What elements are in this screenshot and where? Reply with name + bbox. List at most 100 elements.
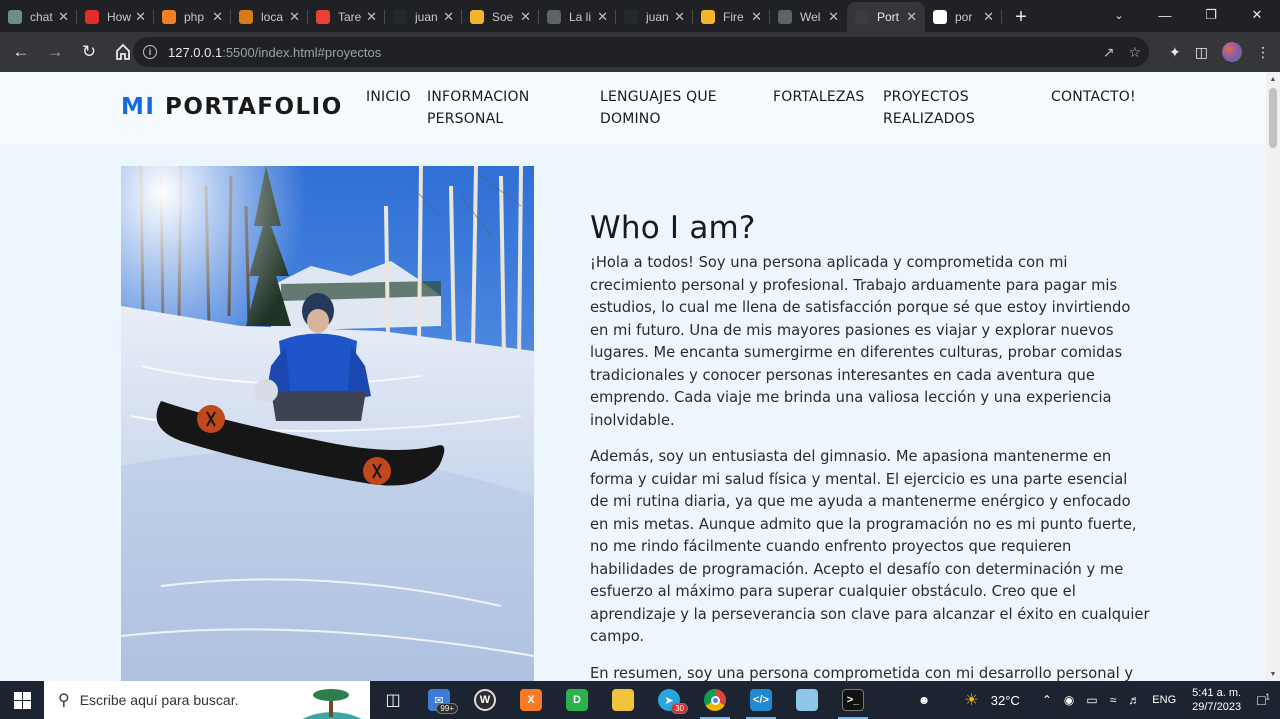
browser-tab[interactable]: La li ✕ [539, 2, 616, 32]
about-title: Who I am? [590, 210, 756, 246]
task-view-button[interactable]: ◫ [370, 681, 416, 719]
profile-avatar[interactable] [1222, 42, 1242, 62]
nav-contacto[interactable]: CONTACTO! [1051, 86, 1136, 108]
browser-tab[interactable]: Wel ✕ [770, 2, 847, 32]
home-icon [116, 43, 130, 60]
wordpress-icon: W [474, 689, 496, 711]
taskbar-telegram[interactable]: ➤ 30 [646, 681, 692, 719]
temperature-label[interactable]: 32°C [991, 693, 1020, 708]
site-info-icon[interactable]: i [143, 45, 157, 59]
minimize-button[interactable]: — [1142, 0, 1188, 30]
close-tab-icon[interactable]: ✕ [135, 9, 146, 25]
clock[interactable]: 5:41 a. m. 29/7/2023 [1192, 686, 1241, 714]
meet-now-icon[interactable]: ◉ [1064, 693, 1074, 707]
browser-tab[interactable]: por ✕ [925, 2, 1002, 32]
close-tab-icon[interactable]: ✕ [674, 9, 685, 25]
close-tab-icon[interactable]: ✕ [983, 9, 994, 25]
close-tab-icon[interactable]: ✕ [597, 9, 608, 25]
volume-icon[interactable]: ♬ [1128, 693, 1140, 707]
close-tab-icon[interactable]: ✕ [520, 9, 531, 25]
nav-contacto-label: CONTACTO! [1051, 89, 1136, 105]
tab-title: juan [415, 10, 438, 24]
page-scrollbar[interactable]: ▲ ▼ [1266, 72, 1280, 681]
browser-tab[interactable]: Port ✕ [847, 2, 925, 32]
reload-button[interactable]: ↻ [74, 37, 104, 67]
tab-title: por [955, 10, 973, 24]
wifi-icon[interactable]: ≈ [1110, 693, 1117, 707]
page-viewport: MI PORTAFOLIO INICIO INFORMACION PERSONAL… [0, 72, 1266, 681]
taskbar-green-app[interactable]: D [554, 681, 600, 719]
windows-taskbar: ⚲ Escribe aquí para buscar. ◫ ✉ 99+ W X D… [0, 681, 1280, 719]
nav-inicio[interactable]: INICIO [366, 86, 411, 108]
nav-fortalezas[interactable]: FORTALEZAS [773, 86, 865, 108]
taskbar-vscode[interactable]: </> [738, 681, 784, 719]
folder-icon [612, 689, 634, 711]
nav-lenguajes[interactable]: LENGUAJES QUE DOMINO [600, 86, 717, 130]
language-indicator[interactable]: ENG [1152, 694, 1176, 706]
forward-button[interactable]: → [40, 37, 70, 67]
back-button[interactable]: ← [6, 37, 36, 67]
tab-title: juan [646, 10, 669, 24]
nav-fortalezas-label: FORTALEZAS [773, 89, 865, 105]
site-logo[interactable]: MI PORTAFOLIO [121, 94, 343, 120]
close-window-button[interactable]: ✕ [1234, 0, 1280, 30]
people-icon[interactable]: ☻ [918, 693, 931, 707]
menu-kebab-icon[interactable]: ⋮ [1256, 44, 1270, 61]
nav-proyectos-line1: PROYECTOS [883, 89, 969, 105]
search-icon: ⚲ [58, 692, 70, 709]
close-tab-icon[interactable]: ✕ [366, 9, 377, 25]
maximize-button[interactable]: ❐ [1188, 0, 1234, 30]
browser-tab[interactable]: chat ✕ [0, 2, 77, 32]
browser-tab[interactable]: juan ✕ [385, 2, 462, 32]
nav-informacion-personal[interactable]: INFORMACION PERSONAL [427, 86, 529, 130]
browser-tab[interactable]: How ✕ [77, 2, 154, 32]
close-tab-icon[interactable]: ✕ [828, 9, 839, 25]
taskbar-terminal[interactable]: >_ [830, 681, 876, 719]
bookmark-star-icon[interactable]: ☆ [1128, 44, 1141, 61]
scrollbar-thumb[interactable] [1269, 88, 1277, 148]
browser-tab[interactable]: Fire ✕ [693, 2, 770, 32]
close-tab-icon[interactable]: ✕ [751, 9, 762, 25]
taskbar-mail-app[interactable]: ✉ 99+ [416, 681, 462, 719]
scroll-up-arrow-icon[interactable]: ▲ [1266, 72, 1280, 86]
hand-icon [470, 10, 484, 24]
taskbar-file-explorer[interactable] [600, 681, 646, 719]
about-section: Who I am? ¡Hola a todos! Soy una persona… [590, 210, 1150, 681]
close-tab-icon[interactable]: ✕ [443, 9, 454, 25]
close-tab-icon[interactable]: ✕ [58, 9, 69, 25]
close-tab-icon[interactable]: ✕ [906, 9, 917, 25]
browser-tab[interactable]: Soe ✕ [462, 2, 539, 32]
new-tab-button[interactable]: + [1006, 2, 1036, 32]
tab-title: Wel [800, 10, 821, 24]
close-tab-icon[interactable]: ✕ [289, 9, 300, 25]
nav-lenguajes-line1: LENGUAJES QUE [600, 89, 717, 105]
scroll-down-arrow-icon[interactable]: ▼ [1266, 667, 1280, 681]
taskbar-wp-app[interactable]: W [462, 681, 508, 719]
taskbar-chrome[interactable] [692, 681, 738, 719]
browser-tab[interactable]: loca ✕ [231, 2, 308, 32]
notifications-icon[interactable]: □1 [1257, 692, 1270, 708]
clock-date: 29/7/2023 [1192, 701, 1242, 713]
weather-sun-icon[interactable]: ☀ [964, 690, 978, 710]
start-button[interactable] [0, 681, 44, 719]
browser-tab-strip: chat ✕ How ✕ php ✕ loca ✕ Tare ✕ juan ✕ Soe ✕ La li ✕ ju… [0, 0, 1280, 32]
tray-overflow-icon[interactable]: ⌃ [1042, 693, 1052, 707]
tab-search-chevron-icon[interactable]: ⌄ [1096, 0, 1142, 30]
telegram-badge: 30 [671, 703, 688, 714]
globe-icon [778, 10, 792, 24]
battery-icon[interactable]: ▭ [1086, 693, 1097, 707]
browser-tab[interactable]: php ✕ [154, 2, 231, 32]
browser-tab[interactable]: juan ✕ [616, 2, 693, 32]
side-panel-icon[interactable]: ◫ [1195, 44, 1208, 61]
nav-proyectos[interactable]: PROYECTOS REALIZADOS [883, 86, 975, 130]
address-bar[interactable]: i 127.0.0.1:5500/index.html#proyectos ↗ … [133, 37, 1149, 67]
browser-tab[interactable]: Tare ✕ [308, 2, 385, 32]
taskbar-notepad[interactable] [784, 681, 830, 719]
taskbar-search-box[interactable]: ⚲ Escribe aquí para buscar. [44, 681, 370, 719]
extensions-puzzle-icon[interactable]: ✦ [1169, 44, 1181, 61]
close-tab-icon[interactable]: ✕ [212, 9, 223, 25]
tab-title: Soe [492, 10, 514, 24]
taskbar-xampp-app[interactable]: X [508, 681, 554, 719]
terminal-icon: >_ [842, 689, 864, 711]
share-icon[interactable]: ↗ [1103, 44, 1115, 61]
